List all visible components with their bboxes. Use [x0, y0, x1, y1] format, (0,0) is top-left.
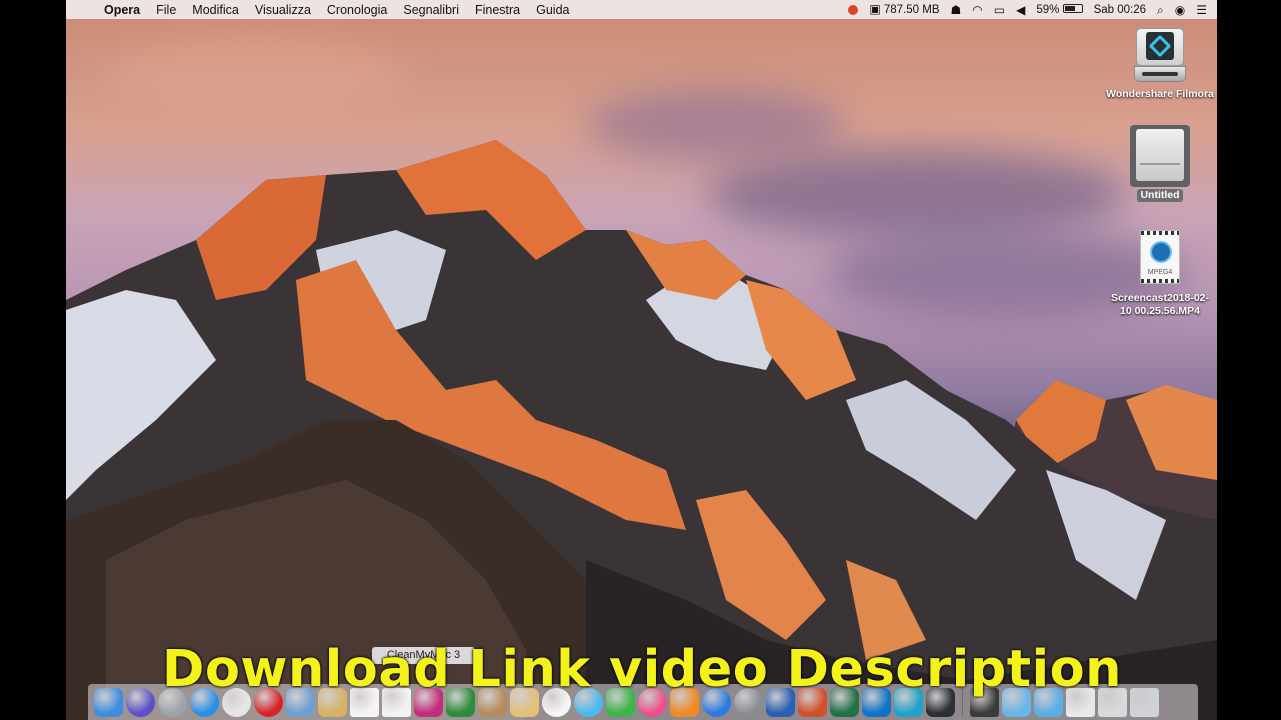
external-drive-icon [1130, 125, 1190, 187]
video-caption-overlay: Download Link video Description [162, 640, 1122, 699]
clock[interactable]: Sab 00:26 [1094, 4, 1146, 16]
siri-icon[interactable]: ◉ [1175, 4, 1185, 16]
notification-center-icon[interactable]: ☰ [1196, 4, 1207, 16]
menu-cronologia[interactable]: Cronologia [319, 3, 395, 17]
menu-guida[interactable]: Guida [528, 3, 577, 17]
menu-visualizza[interactable]: Visualizza [247, 3, 319, 17]
dock-siri-icon[interactable] [126, 687, 155, 717]
desktop-icon-label: Untitled [1137, 189, 1183, 202]
menu-file[interactable]: File [148, 3, 184, 17]
battery-percent: 59% [1036, 3, 1060, 16]
cat-icon[interactable]: ☗ [951, 4, 962, 16]
wifi-icon[interactable]: ◠ [972, 4, 982, 16]
filmora-drive-icon [1134, 28, 1186, 84]
menu-finestra[interactable]: Finestra [467, 3, 528, 17]
mpeg4-file-icon: MPEG4 [1140, 230, 1180, 284]
record-icon[interactable] [848, 4, 859, 15]
dock-finder-icon[interactable] [94, 687, 123, 717]
mountain-wallpaper [66, 140, 1217, 720]
desktop-icon-screencast[interactable]: MPEG4 Screencast2018-02-10 00.25.56.MP4 [1105, 230, 1215, 318]
menu-segnalibri[interactable]: Segnalibri [395, 3, 467, 17]
file-type-badge: MPEG4 [1147, 269, 1173, 276]
desktop-icon-label: Screencast2018-02-10 00.25.56.MP4 [1110, 292, 1210, 317]
desktop-icon-label: Wondershare Filmora [1106, 88, 1214, 100]
menu-modifica[interactable]: Modifica [184, 3, 247, 17]
desktop-icon-filmora[interactable]: Wondershare Filmora [1105, 28, 1215, 101]
memory-chip-icon: ▣ [869, 2, 881, 16]
airplay-icon[interactable]: ▭ [994, 4, 1005, 16]
menu-app-name[interactable]: Opera [96, 3, 148, 17]
battery-icon [1062, 3, 1083, 13]
desktop [66, 0, 1217, 720]
desktop-icon-untitled[interactable]: Untitled [1105, 125, 1215, 202]
status-menus: ▣ 787.50 MB ☗ ◠ ▭ ◀ 59% Sab 00:26 ⌕ ◉ ☰ [848, 3, 1217, 16]
spotlight-search-icon[interactable]: ⌕ [1157, 4, 1164, 16]
dock-trash-icon[interactable] [1130, 687, 1159, 717]
memory-value: 787.50 MB [883, 4, 940, 16]
memory-status[interactable]: ▣ 787.50 MB [869, 3, 939, 16]
volume-icon[interactable]: ◀ [1016, 4, 1025, 16]
battery-status[interactable]: 59% [1036, 3, 1083, 16]
menu-bar: Opera File Modifica Visualizza Cronologi… [66, 0, 1217, 19]
